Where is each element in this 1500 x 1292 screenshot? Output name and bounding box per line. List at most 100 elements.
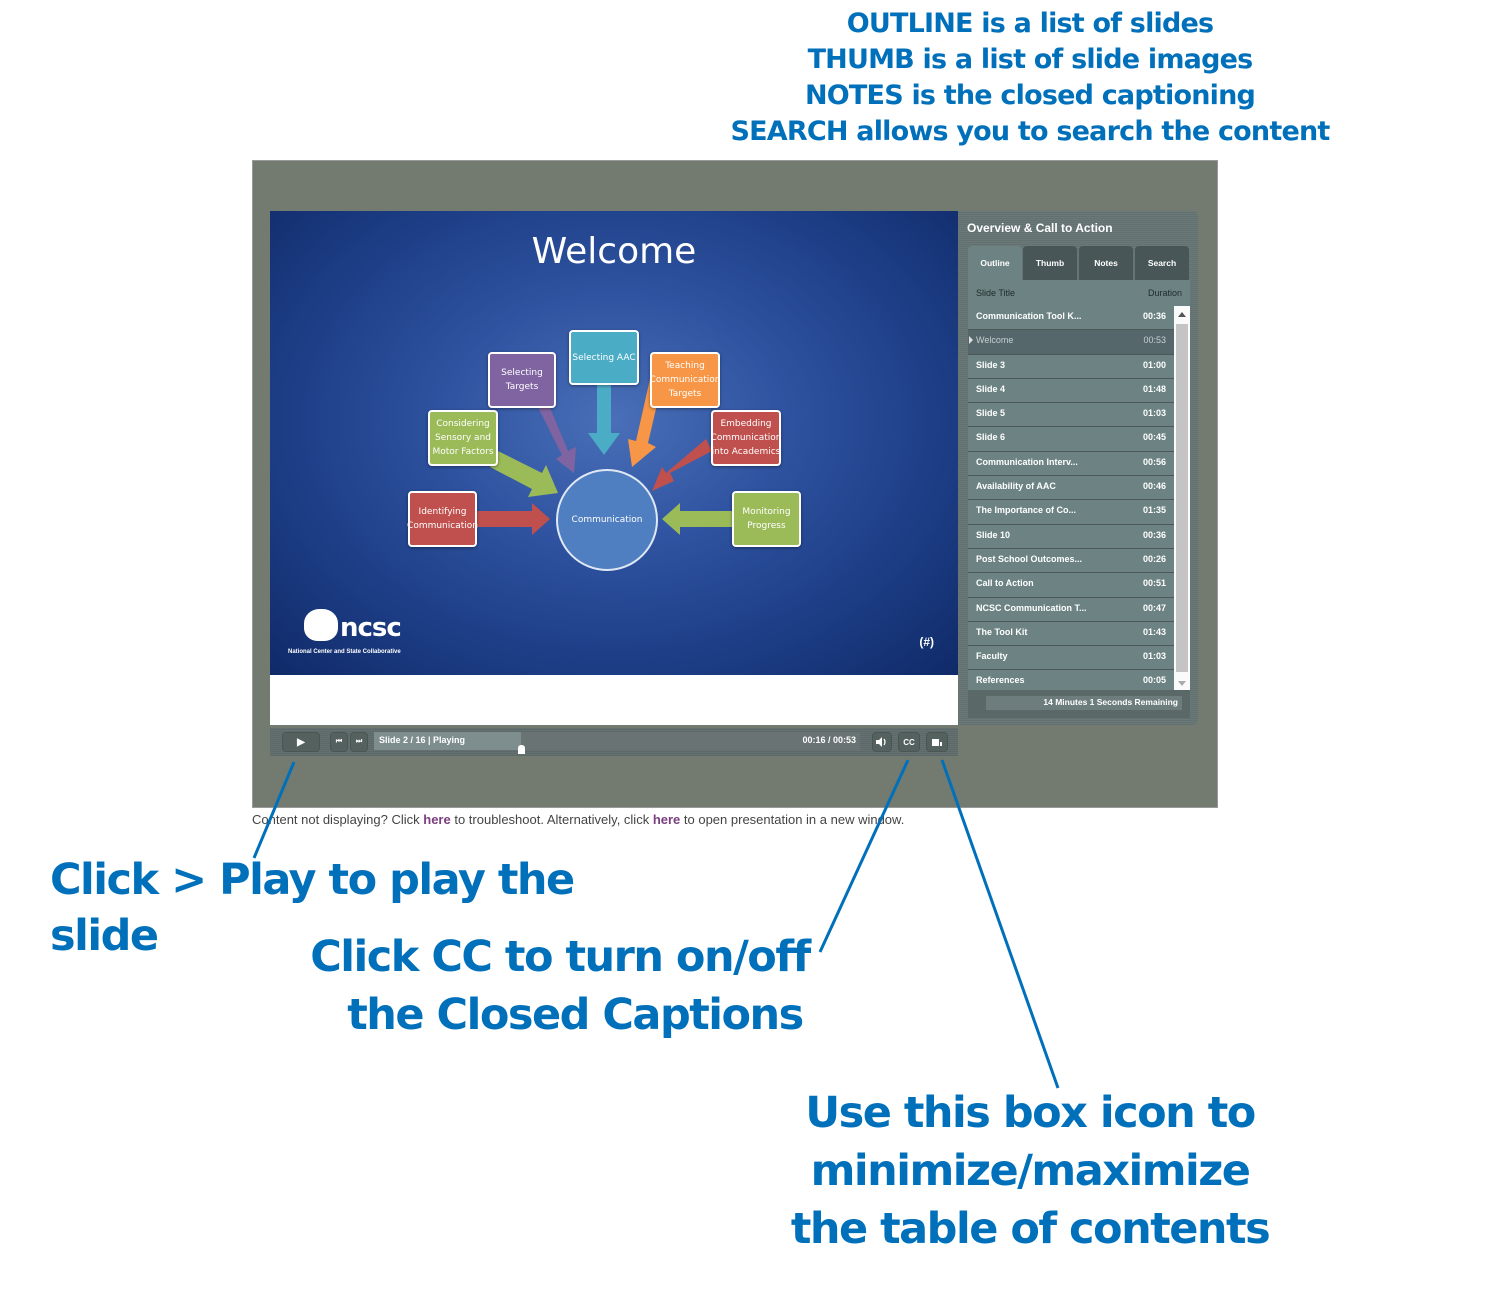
- outline-slide-item[interactable]: Faculty 01:03: [968, 646, 1174, 671]
- next-slide-button[interactable]: ⏭: [350, 732, 368, 752]
- troubleshoot-link[interactable]: here: [423, 812, 450, 827]
- annotation-cc: Click CC to turn on/off the Closed Capti…: [300, 928, 820, 1044]
- annotation-line: NOTES is the closed captioning: [804, 80, 1256, 111]
- outline-slide-item[interactable]: Slide 3 01:00: [968, 355, 1174, 379]
- playback-time: 00:16 / 00:53: [802, 735, 856, 745]
- slide-item-title: Slide 3: [976, 359, 1006, 370]
- slide-item-duration: 01:03: [1142, 651, 1166, 662]
- annotation-line: OUTLINE is a list of slides: [846, 8, 1214, 39]
- node-label: Embedding Communication into Academics: [710, 419, 782, 457]
- annotation-line: THUMB is a list of slide images: [807, 44, 1254, 75]
- slide-item-title: Post School Outcomes...: [976, 553, 1083, 564]
- slide-item-title: Communication Interv...: [976, 456, 1078, 467]
- previous-slide-button[interactable]: ⏮: [330, 732, 348, 752]
- time-remaining-text: 14 Minutes 1 Seconds Remaining: [1043, 697, 1178, 707]
- table-of-contents-panel: Overview & Call to Action Outline Thumb …: [958, 211, 1198, 725]
- slide-item-title: Slide 10: [976, 529, 1011, 540]
- seek-handle[interactable]: [517, 745, 525, 754]
- slide-item-title: The Importance of Co...: [976, 505, 1077, 516]
- outline-slide-item[interactable]: The Tool Kit 01:43: [968, 622, 1174, 647]
- time-remaining-box: 14 Minutes 1 Seconds Remaining: [974, 696, 1182, 710]
- annotation-line: Use this box icon to minimize/maximize: [805, 1088, 1256, 1196]
- slide-item-duration: 00:05: [1142, 675, 1166, 686]
- outline-list-header: Slide Title Duration: [968, 280, 1190, 306]
- new-window-link[interactable]: here: [653, 812, 680, 827]
- play-button[interactable]: ▶: [282, 732, 320, 752]
- slide-item-title: Slide 4: [976, 383, 1006, 394]
- scroll-up-icon[interactable]: [1178, 312, 1186, 317]
- outline-slide-item[interactable]: NCSC Communication T... 00:47: [968, 598, 1174, 622]
- slide-item-duration: 00:36: [1142, 529, 1166, 540]
- slide-item-duration: 00:46: [1142, 481, 1166, 492]
- toggle-toc-button[interactable]: [926, 732, 948, 752]
- outline-slide-item[interactable]: The Importance of Co... 01:35: [968, 500, 1174, 525]
- tab-outline[interactable]: Outline: [968, 246, 1022, 280]
- ncsc-logo-mark: [304, 609, 338, 641]
- cc-label: CC: [903, 737, 915, 747]
- diagram-node-teaching: Teaching Communication Targets: [650, 352, 720, 408]
- outline-slide-item[interactable]: Slide 6 00:45: [968, 427, 1174, 452]
- column-slide-title: Slide Title: [976, 288, 1016, 298]
- outline-slide-item[interactable]: Communication Tool K... 00:36: [968, 306, 1174, 331]
- outline-slide-item[interactable]: Slide 4 01:48: [968, 379, 1174, 404]
- outline-slide-item[interactable]: Communication Interv... 00:56: [968, 452, 1174, 477]
- outline-scrollbar[interactable]: [1174, 306, 1190, 690]
- scroll-down-icon[interactable]: [1178, 681, 1186, 686]
- outline-slide-item[interactable]: Slide 5 01:03: [968, 403, 1174, 428]
- slide-item-duration: 00:26: [1142, 553, 1166, 564]
- ncsc-logo-text: ncsc: [340, 613, 402, 643]
- current-slide-indicator-icon: [969, 336, 973, 345]
- annotation-tabs-explanation: OUTLINE is a list of slides THUMB is a l…: [700, 6, 1360, 150]
- diagram-node-embedding: Embedding Communication into Academics: [711, 410, 781, 466]
- diagram-node-selecting-aac: Selecting AAC: [569, 330, 639, 385]
- troubleshoot-note: Content not displaying? Click here to tr…: [252, 812, 904, 827]
- tab-search[interactable]: Search: [1135, 246, 1189, 280]
- scrollbar-thumb[interactable]: [1176, 324, 1188, 672]
- column-duration: Duration: [1147, 288, 1182, 298]
- slide-item-duration: 01:48: [1142, 383, 1166, 394]
- slide-item-title: Availability of AAC: [976, 481, 1056, 492]
- next-icon: ⏭: [355, 738, 363, 745]
- outline-slide-list: Communication Tool K... 00:36 Welcome 00:53…: [968, 306, 1174, 690]
- seek-bar[interactable]: Slide 2 / 16 | Playing 00:16 / 00:53: [374, 732, 860, 750]
- node-label: Selecting Targets: [501, 368, 543, 392]
- pointer-line-box: [940, 759, 1060, 1089]
- volume-button[interactable]: [872, 732, 892, 752]
- diagram-node-considering: Considering Sensory and Motor Factors: [428, 410, 498, 466]
- time-remaining-bar: 14 Minutes 1 Seconds Remaining: [968, 690, 1190, 718]
- slide-item-title: Slide 6: [976, 432, 1006, 443]
- diagram-node-monitoring: Monitoring Progress: [732, 491, 801, 547]
- note-text: Content not displaying? Click: [252, 812, 424, 827]
- ncsc-logo-subtitle: National Center and State Collaborative: [288, 649, 401, 655]
- closed-captions-button[interactable]: CC: [898, 732, 920, 752]
- outline-slide-item[interactable]: Call to Action 00:51: [968, 573, 1174, 598]
- node-label: Identifying Communication: [407, 507, 478, 531]
- arrow-considering: [490, 451, 558, 497]
- note-text: to troubleshoot. Alternatively, click: [450, 812, 653, 827]
- volume-icon: [876, 737, 886, 747]
- arrow-selecting-aac: [588, 383, 620, 455]
- tab-thumb[interactable]: Thumb: [1023, 246, 1077, 280]
- slide-item-title: Communication Tool K...: [976, 311, 1082, 321]
- diagram-node-identifying: Identifying Communication: [407, 491, 478, 547]
- slide-item-title: Faculty: [976, 651, 1008, 662]
- outline-slide-item[interactable]: Welcome 00:53: [968, 330, 1174, 355]
- slide-item-duration: 01:43: [1142, 626, 1166, 637]
- tab-notes[interactable]: Notes: [1079, 246, 1133, 280]
- outline-slide-item[interactable]: Availability of AAC 00:46: [968, 476, 1174, 501]
- slide-item-duration: 00:51: [1142, 578, 1166, 589]
- note-text: to open presentation in a new window.: [680, 812, 905, 827]
- slide-page-mark: (#): [919, 635, 934, 649]
- node-label: Teaching Communication Targets: [649, 361, 721, 399]
- slide-item-title: The Tool Kit: [976, 626, 1028, 637]
- outline-slide-item[interactable]: Slide 10 00:36: [968, 525, 1174, 549]
- outline-slide-item[interactable]: Post School Outcomes... 00:26: [968, 549, 1174, 574]
- slide-canvas: Welcome Communication Identifying Commun…: [270, 211, 958, 675]
- play-icon: ▶: [297, 736, 305, 748]
- slide-item-duration: 01:00: [1142, 359, 1166, 370]
- outline-slide-item[interactable]: References 00:05: [968, 670, 1174, 690]
- diagram-arrows: [477, 379, 732, 535]
- slide-item-title: References: [976, 675, 1025, 686]
- slide-item-title: Welcome: [976, 335, 1014, 346]
- slide-item-title: NCSC Communication T...: [976, 602, 1087, 613]
